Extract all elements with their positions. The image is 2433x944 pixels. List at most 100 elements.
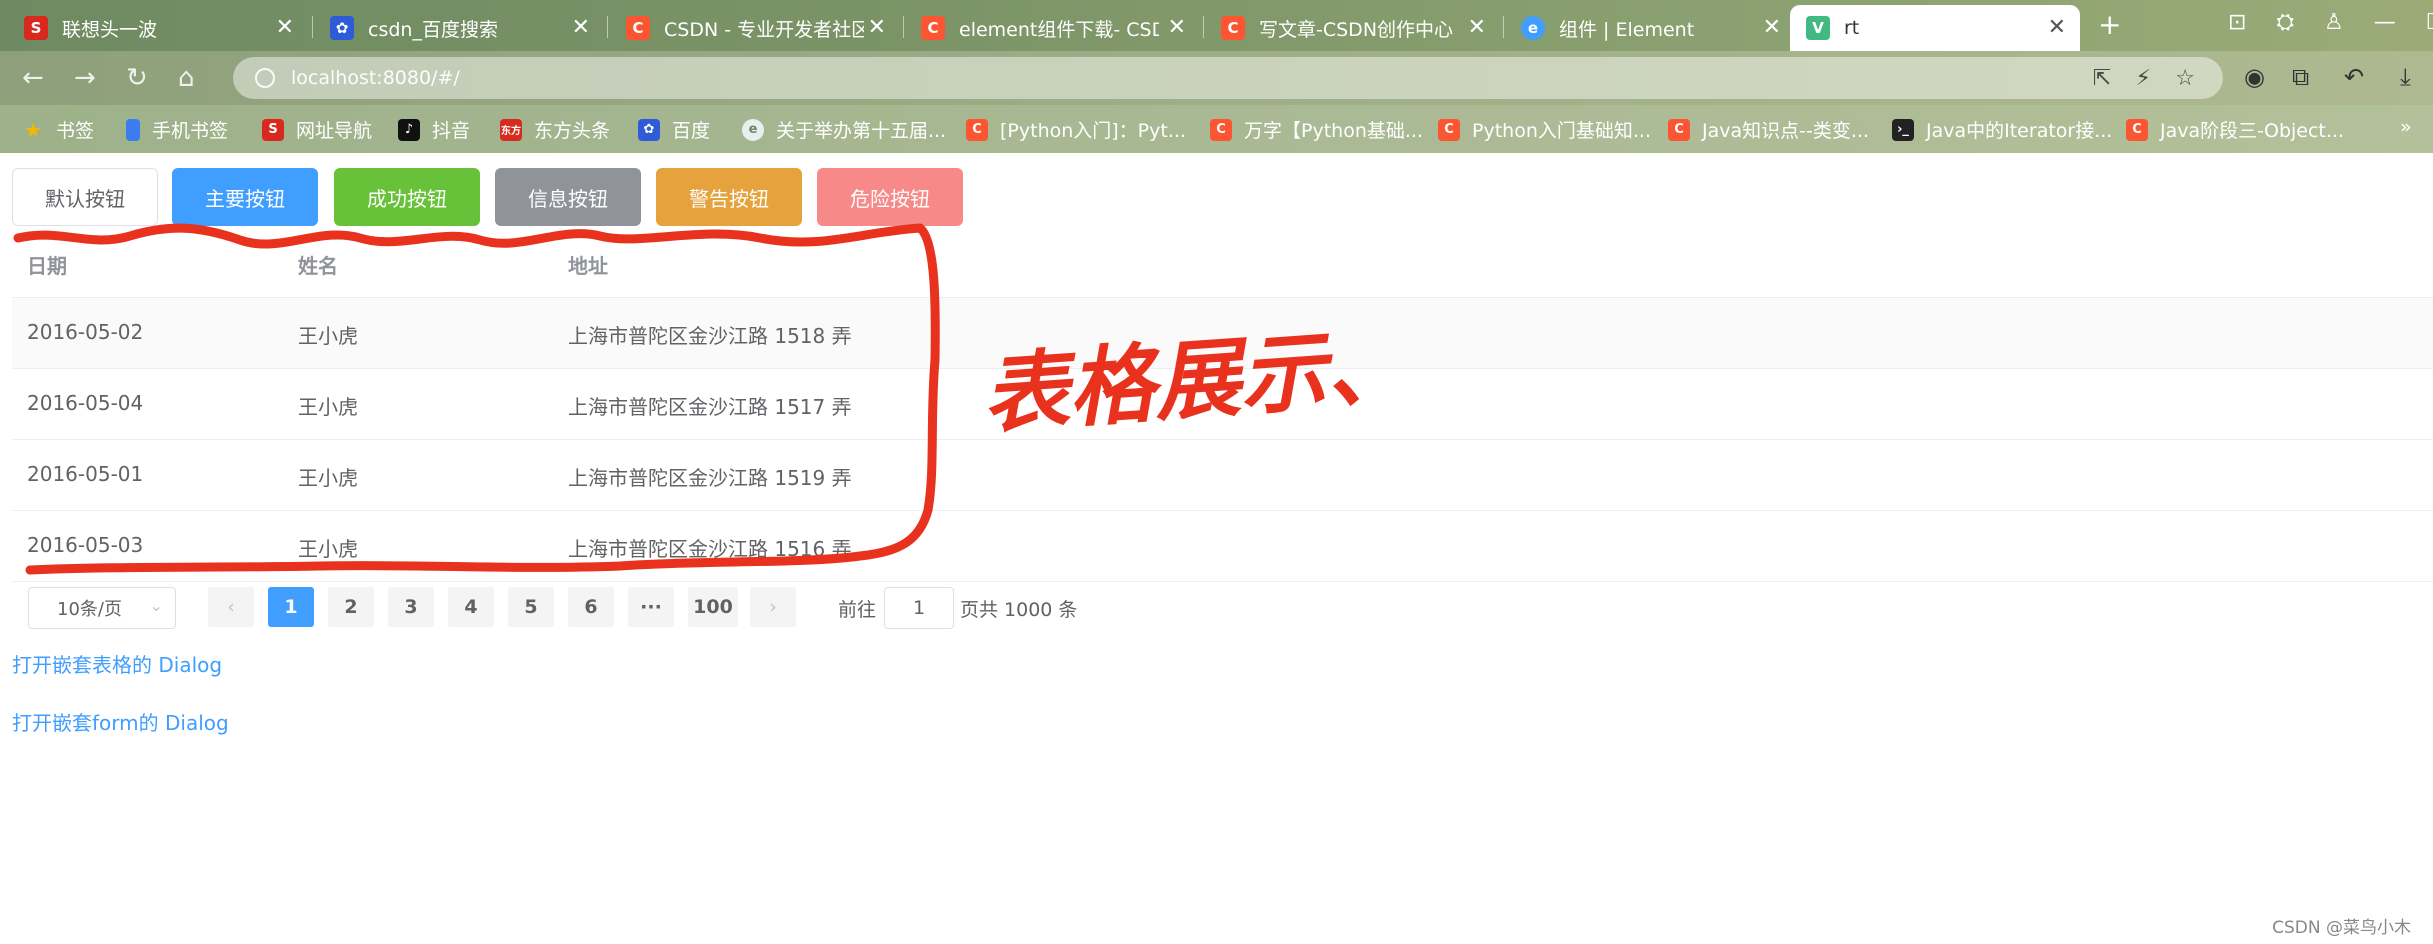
- next-page-button[interactable]: ›: [750, 587, 796, 627]
- warning-button[interactable]: 警告按钮: [656, 168, 802, 226]
- column-header-address[interactable]: 地址: [568, 250, 608, 279]
- minimize-icon[interactable]: —: [2374, 10, 2396, 35]
- page-button[interactable]: 1: [268, 587, 314, 627]
- tiktok-icon: ♪: [398, 118, 420, 141]
- csdn-icon: C: [2126, 118, 2148, 141]
- table-row[interactable]: 2016-05-01 王小虎 上海市普陀区金沙江路 1519 弄: [12, 440, 2433, 511]
- page-button[interactable]: 4: [448, 587, 494, 627]
- success-button[interactable]: 成功按钮: [334, 168, 480, 226]
- cell-address: 上海市普陀区金沙江路 1517 弄: [568, 395, 852, 419]
- more-pages-button[interactable]: ···: [628, 587, 674, 627]
- sogou-icon: S: [24, 16, 48, 40]
- new-tab-button[interactable]: +: [2098, 8, 2121, 41]
- browser-tab[interactable]: ✿ csdn_百度搜索 ✕: [314, 5, 604, 51]
- address-bar[interactable]: localhost:8080/#/ ⇱ ⚡ ☆: [233, 57, 2223, 99]
- bookmark-item[interactable]: ✿ 百度: [638, 116, 710, 143]
- close-icon[interactable]: ✕: [1468, 15, 1486, 40]
- bookmark-item[interactable]: ★ 书签: [22, 116, 94, 143]
- column-header-name[interactable]: 姓名: [298, 250, 338, 279]
- browser-tab-active[interactable]: V rt ✕: [1790, 5, 2080, 51]
- home-icon[interactable]: ⌂: [178, 63, 195, 93]
- shirt-icon[interactable]: ♙: [2324, 10, 2344, 35]
- bookmark-item[interactable]: C 万字【Python基础...: [1210, 116, 1423, 143]
- info-button[interactable]: 信息按钮: [495, 168, 641, 226]
- page-size-select[interactable]: 10条/页 ⌄: [28, 587, 176, 629]
- bookmark-item[interactable]: S 网址导航: [262, 116, 372, 143]
- bookmark-item[interactable]: 东方 东方头条: [500, 116, 610, 143]
- star-bookmark-icon[interactable]: ☆: [2175, 66, 2195, 91]
- prev-page-button[interactable]: ‹: [208, 587, 254, 627]
- element-icon: e: [1521, 16, 1545, 40]
- share-icon[interactable]: ⇱: [2093, 66, 2111, 91]
- browser-tab[interactable]: e 组件 | Element ✕: [1505, 5, 1795, 51]
- url-text[interactable]: localhost:8080/#/: [291, 67, 460, 89]
- extension-icon[interactable]: ⛭: [2276, 10, 2294, 35]
- csdn-icon: C: [921, 16, 945, 40]
- e-icon: e: [742, 118, 764, 141]
- bookmark-item[interactable]: 手机书签: [126, 116, 228, 143]
- table-row[interactable]: 2016-05-03 王小虎 上海市普陀区金沙江路 1516 弄: [12, 511, 2433, 582]
- bookmark-label: 百度: [672, 120, 711, 142]
- browser-tab[interactable]: C CSDN - 专业开发者社区 ✕: [610, 5, 900, 51]
- back-icon[interactable]: ←: [22, 63, 44, 93]
- page-button[interactable]: 6: [568, 587, 614, 627]
- column-header-date[interactable]: 日期: [27, 250, 67, 279]
- terminal-icon: ›_: [1892, 118, 1914, 141]
- open-nested-form-dialog-link[interactable]: 打开嵌套form的 Dialog: [12, 707, 229, 736]
- close-icon[interactable]: ✕: [1168, 15, 1186, 40]
- bookmark-label: Python入门基础知...: [1472, 120, 1651, 142]
- bookmark-item[interactable]: e 关于举办第十五届...: [742, 116, 946, 143]
- phone-icon: [126, 118, 140, 141]
- bookmark-item[interactable]: C Java阶段三-Object...: [2126, 116, 2344, 143]
- forward-icon[interactable]: →: [74, 63, 96, 93]
- page-size-value: 10条/页: [57, 599, 122, 620]
- close-icon[interactable]: ✕: [2048, 15, 2066, 40]
- bookmarks-overflow-button[interactable]: »: [2400, 116, 2412, 138]
- site-info-icon[interactable]: [255, 68, 275, 88]
- close-icon[interactable]: ✕: [868, 15, 886, 40]
- tab-title: 联想头一波: [62, 18, 158, 41]
- table-row[interactable]: 2016-05-02 王小虎 上海市普陀区金沙江路 1518 弄: [12, 298, 2433, 369]
- bookmark-item[interactable]: ♪ 抖音: [398, 116, 470, 143]
- browser-tab[interactable]: S 联想头一波 ✕: [8, 5, 308, 51]
- close-icon[interactable]: ✕: [1763, 15, 1781, 40]
- extensions-icon[interactable]: ⧉: [2292, 63, 2309, 91]
- close-icon[interactable]: ✕: [276, 15, 294, 40]
- profile-icon[interactable]: ◉: [2244, 63, 2265, 91]
- csdn-icon: C: [1438, 118, 1460, 141]
- browser-tab[interactable]: C 写文章-CSDN创作中心 ✕: [1205, 5, 1500, 51]
- primary-button[interactable]: 主要按钮: [172, 168, 318, 226]
- cell-address: 上海市普陀区金沙江路 1518 弄: [568, 324, 852, 348]
- reload-icon[interactable]: ↻: [126, 63, 148, 93]
- bookmark-item[interactable]: C Python入门基础知...: [1438, 116, 1651, 143]
- goto-label: 前往: [838, 599, 877, 621]
- tab-divider: [312, 16, 313, 38]
- page-button[interactable]: 5: [508, 587, 554, 627]
- undo-icon[interactable]: ↶: [2344, 63, 2364, 91]
- cell-date: 2016-05-03: [27, 533, 144, 557]
- cell-address: 上海市普陀区金沙江路 1516 弄: [568, 537, 852, 561]
- close-icon[interactable]: ✕: [572, 15, 590, 40]
- download-icon[interactable]: ⤓: [2400, 63, 2411, 91]
- csdn-icon: C: [966, 118, 988, 141]
- bookmark-item[interactable]: C [Python入门]：Pyt...: [966, 116, 1186, 143]
- page-button[interactable]: 2: [328, 587, 374, 627]
- open-nested-table-dialog-link[interactable]: 打开嵌套表格的 Dialog: [12, 649, 222, 678]
- goto-page-input[interactable]: 1: [884, 587, 954, 629]
- bookmark-item[interactable]: ›_ Java中的Iterator接...: [1892, 116, 2112, 143]
- page-button[interactable]: 100: [688, 587, 738, 627]
- bookmark-item[interactable]: C Java知识点--类变...: [1668, 116, 1869, 143]
- chevron-down-icon: ⌄: [149, 596, 163, 615]
- bolt-icon[interactable]: ⚡: [2136, 66, 2151, 91]
- cell-name: 王小虎: [298, 466, 358, 490]
- table-row[interactable]: 2016-05-04 王小虎 上海市普陀区金沙江路 1517 弄: [12, 369, 2433, 440]
- browser-tab[interactable]: C element组件下载- CSDN ✕: [905, 5, 1200, 51]
- bookmark-label: 书签: [56, 120, 95, 142]
- baidu-paw-icon: ✿: [330, 16, 354, 40]
- danger-button[interactable]: 危险按钮: [817, 168, 963, 226]
- default-button[interactable]: 默认按钮: [12, 168, 158, 226]
- tab-search-icon[interactable]: ⊡: [2228, 10, 2246, 35]
- page-button[interactable]: 3: [388, 587, 434, 627]
- maximize-icon[interactable]: ☐: [2426, 10, 2433, 35]
- tab-title: 组件 | Element: [1559, 18, 1695, 41]
